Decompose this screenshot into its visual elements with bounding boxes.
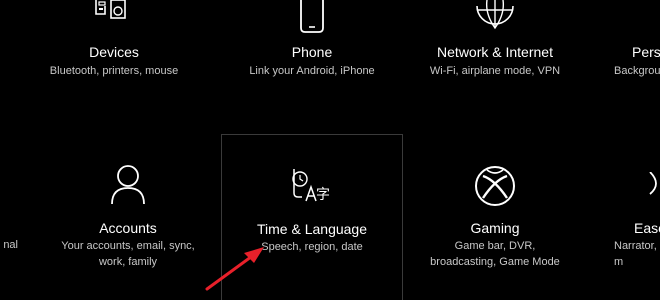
annotation-arrow bbox=[205, 247, 264, 291]
